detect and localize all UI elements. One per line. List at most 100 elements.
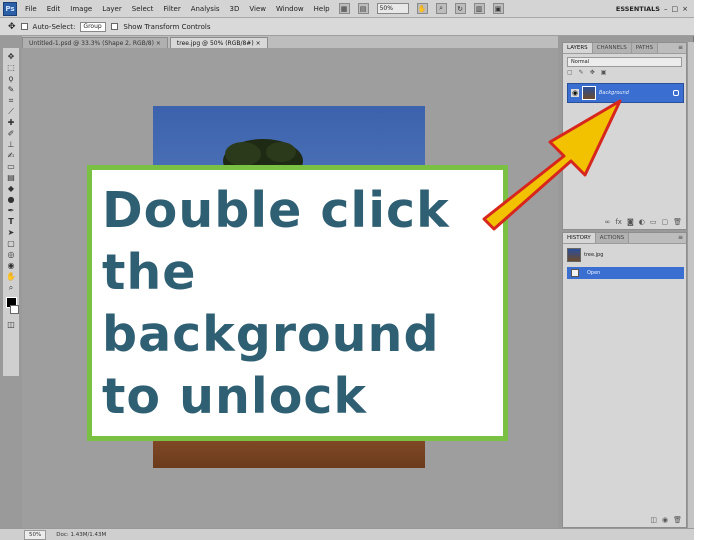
- blend-mode-dropdown[interactable]: Normal: [567, 57, 682, 67]
- snapshot-label: tree.jpg: [584, 252, 604, 258]
- gradient-tool-icon[interactable]: ▤: [5, 173, 17, 182]
- tab-actions[interactable]: ACTIONS: [595, 233, 630, 243]
- lasso-tool-icon[interactable]: ϙ: [5, 74, 17, 83]
- auto-select-label: Auto-Select:: [32, 22, 76, 31]
- history-snapshot[interactable]: tree.jpg: [567, 247, 684, 263]
- maximize-icon[interactable]: □: [672, 5, 679, 13]
- shape-tool-icon[interactable]: ▢: [5, 239, 17, 248]
- new-snapshot-icon[interactable]: ◉: [662, 516, 668, 524]
- panel-scrollbar[interactable]: [687, 42, 694, 528]
- transform-controls-checkbox[interactable]: [111, 23, 119, 30]
- layer-name[interactable]: Background: [599, 90, 673, 96]
- window-controls: – □ ×: [664, 5, 694, 13]
- quick-mask-icon[interactable]: ◫: [5, 320, 17, 329]
- pen-tool-icon[interactable]: ✒: [5, 206, 17, 215]
- zoom-level-dropdown[interactable]: 50%: [376, 3, 409, 14]
- menu-file[interactable]: File: [20, 5, 42, 13]
- status-zoom[interactable]: 50%: [24, 529, 47, 540]
- zoom-tool-icon[interactable]: ⌕: [5, 283, 17, 292]
- new-document-from-state-icon[interactable]: ◫: [650, 516, 657, 524]
- hand-tool-icon[interactable]: ✋: [5, 272, 17, 281]
- menu-help[interactable]: Help: [309, 5, 335, 13]
- menu-3d[interactable]: 3D: [225, 5, 245, 13]
- lock-all-icon[interactable]: ▣: [601, 69, 607, 79]
- menu-edit[interactable]: Edit: [42, 5, 66, 13]
- screen-mode-icon[interactable]: ▣: [492, 3, 504, 14]
- callout-line-3: background: [102, 306, 440, 363]
- trash-icon[interactable]: 🗑: [673, 516, 682, 524]
- history-step-row[interactable]: Open: [567, 267, 684, 279]
- menu-layer[interactable]: Layer: [97, 5, 127, 13]
- zoom-tool-icon[interactable]: ⌕: [435, 3, 447, 14]
- layer-style-icon[interactable]: fx: [615, 218, 622, 226]
- move-tool-icon[interactable]: ✥: [5, 52, 17, 61]
- menu-view[interactable]: View: [244, 5, 271, 13]
- menu-tools: ▦ ▤ 50% ✋ ⌕ ↻ ▥ ▣: [335, 3, 508, 14]
- minimize-icon[interactable]: –: [664, 5, 668, 13]
- arrange-documents-icon[interactable]: ▥: [473, 3, 485, 14]
- eyedropper-tool-icon[interactable]: ⟋: [5, 107, 17, 116]
- snapshot-thumbnail: [567, 248, 581, 262]
- crop-tool-icon[interactable]: ⌗: [5, 96, 17, 105]
- tab-channels[interactable]: CHANNELS: [592, 43, 632, 53]
- menu-analysis[interactable]: Analysis: [186, 5, 225, 13]
- menu-filter[interactable]: Filter: [158, 5, 185, 13]
- eraser-tool-icon[interactable]: ▭: [5, 162, 17, 171]
- transform-controls-label: Show Transform Controls: [123, 22, 211, 31]
- tab-paths[interactable]: PATHS: [631, 43, 658, 53]
- auto-select-dropdown[interactable]: Group: [80, 21, 107, 32]
- add-mask-icon[interactable]: ◙: [627, 218, 634, 226]
- menu-select[interactable]: Select: [127, 5, 159, 13]
- move-tool-icon[interactable]: ✥: [8, 22, 16, 32]
- quick-select-tool-icon[interactable]: ✎: [5, 85, 17, 94]
- 3d-camera-tool-icon[interactable]: ◉: [5, 261, 17, 270]
- mini-bridge-icon[interactable]: ▤: [357, 3, 369, 14]
- healing-tool-icon[interactable]: ✚: [5, 118, 17, 127]
- lock-pixels-icon[interactable]: ✎: [579, 69, 584, 79]
- panel-menu-icon[interactable]: ≡: [678, 234, 683, 241]
- history-step-label: Open: [587, 270, 601, 276]
- clone-stamp-tool-icon[interactable]: ⊥: [5, 140, 17, 149]
- bridge-icon[interactable]: ▦: [338, 3, 350, 14]
- 3d-rotate-tool-icon[interactable]: ◎: [5, 250, 17, 259]
- background-color-swatch[interactable]: [9, 305, 19, 314]
- trash-icon[interactable]: 🗑: [673, 218, 682, 226]
- history-panel-tabs: HISTORY ACTIONS: [563, 233, 686, 244]
- callout-line-1: Double click: [102, 182, 450, 239]
- adjustment-layer-icon[interactable]: ◐: [639, 218, 645, 226]
- auto-select-checkbox[interactable]: [20, 23, 28, 30]
- marquee-tool-icon[interactable]: ⬚: [5, 63, 17, 72]
- workspace-switcher[interactable]: ESSENTIALS: [616, 5, 664, 13]
- tab-untitled[interactable]: Untitled-1.psd @ 33.3% (Shape 2, RGB/8) …: [22, 37, 168, 48]
- tab-history[interactable]: HISTORY: [563, 233, 596, 243]
- lock-position-icon[interactable]: ✥: [590, 69, 595, 79]
- tools-panel: ✥ ⬚ ϙ ✎ ⌗ ⟋ ✚ ✐ ⊥ ✍ ▭ ▤ ◆ ● ✒ T ➤ ▢ ◎ ◉ …: [2, 47, 20, 377]
- lock-transparent-icon[interactable]: ▢: [567, 69, 573, 79]
- menu-image[interactable]: Image: [65, 5, 97, 13]
- layers-panel-footer: ∞ fx ◙ ◐ ▭ ▢ 🗑: [605, 218, 683, 226]
- panel-menu-icon[interactable]: ≡: [678, 44, 683, 51]
- path-select-tool-icon[interactable]: ➤: [5, 228, 17, 237]
- link-layers-icon[interactable]: ∞: [605, 218, 611, 226]
- menu-window[interactable]: Window: [271, 5, 309, 13]
- background-layer-row[interactable]: ◉ Background: [567, 83, 684, 103]
- hand-tool-icon[interactable]: ✋: [416, 3, 428, 14]
- layer-lock-controls: ▢ ✎ ✥ ▣: [567, 69, 682, 79]
- status-bar: 50% Doc: 1.43M/1.43M: [0, 528, 694, 540]
- new-group-icon[interactable]: ▭: [650, 218, 657, 226]
- brush-tool-icon[interactable]: ✐: [5, 129, 17, 138]
- document-tabs: Untitled-1.psd @ 33.3% (Shape 2, RGB/8) …: [22, 36, 558, 48]
- tab-tree[interactable]: tree.jpg @ 50% (RGB/8#) ×: [169, 37, 268, 48]
- lock-icon: [673, 90, 679, 96]
- tab-layers[interactable]: LAYERS: [563, 43, 593, 53]
- type-tool-icon[interactable]: T: [5, 217, 17, 226]
- blur-tool-icon[interactable]: ◆: [5, 184, 17, 193]
- new-layer-icon[interactable]: ▢: [661, 218, 668, 226]
- history-brush-tool-icon[interactable]: ✍: [5, 151, 17, 160]
- dodge-tool-icon[interactable]: ●: [5, 195, 17, 204]
- eye-icon[interactable]: ◉: [571, 89, 579, 97]
- close-icon[interactable]: ×: [682, 5, 688, 13]
- options-bar: ✥ Auto-Select: Group Show Transform Cont…: [0, 18, 694, 36]
- rotate-view-icon[interactable]: ↻: [454, 3, 466, 14]
- callout-line-2: the: [102, 244, 197, 301]
